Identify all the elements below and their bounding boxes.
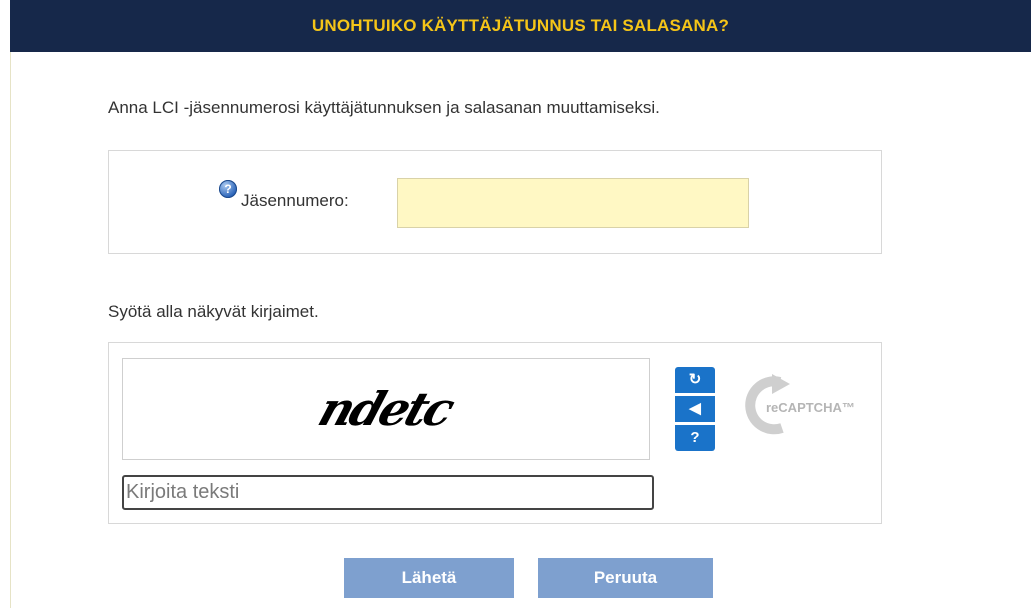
captcha-help-button[interactable]: ? [675,425,715,451]
member-number-label: Jäsennumero: [241,191,349,210]
page-title: UNOHTUIKO KÄYTTÄJÄTUNNUS TAI SALASANA? [311,16,730,35]
speaker-icon: ◀ [689,400,701,417]
intro-text: Anna LCI -jäsennumerosi käyttäjätunnukse… [108,98,660,117]
reload-icon: ↻ [688,371,702,388]
captcha-image: ndetc [122,358,650,460]
member-number-input[interactable] [397,178,749,228]
help-icon: ? [690,429,700,446]
captcha-prompt: Syötä alla näkyvät kirjaimet. [108,302,319,321]
page-header: UNOHTUIKO KÄYTTÄJÄTUNNUS TAI SALASANA? [10,0,1031,52]
recaptcha-logo-text: reCAPTCHA™ [766,400,855,415]
send-button[interactable]: Lähetä [344,558,514,598]
left-divider [10,52,11,608]
captcha-reload-button[interactable]: ↻ [675,367,715,393]
recaptcha-logo: reCAPTCHA™ [745,374,855,435]
captcha-challenge-text: ndetc [312,382,460,436]
cancel-button[interactable]: Peruuta [538,558,713,598]
question-circle-icon[interactable]: ? [219,180,237,198]
captcha-response-input[interactable] [122,475,654,510]
captcha-audio-button[interactable]: ◀ [675,396,715,422]
